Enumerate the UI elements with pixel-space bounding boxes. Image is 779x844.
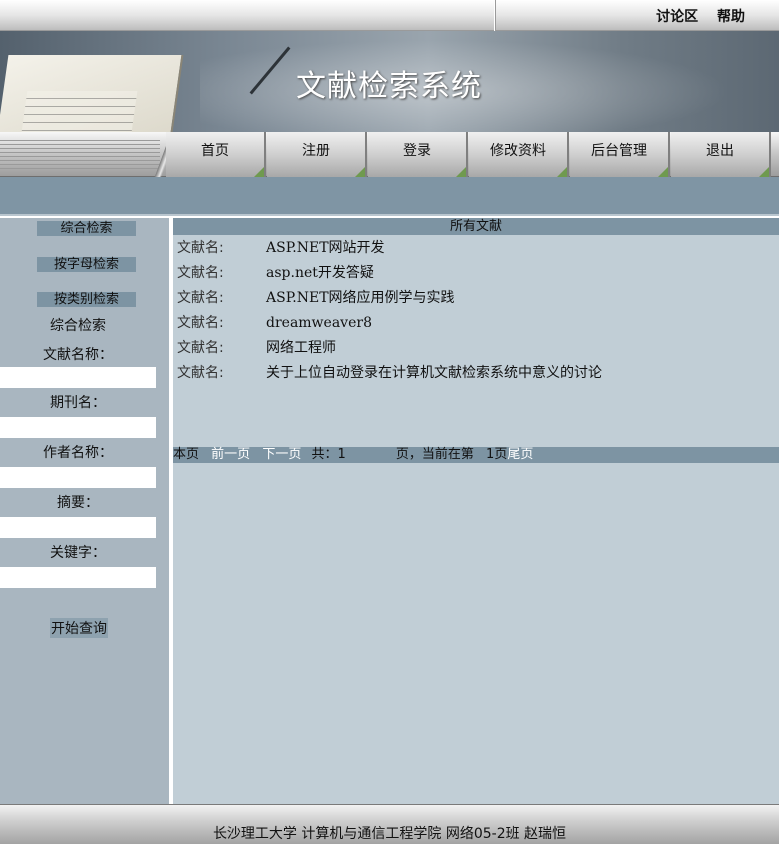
nav-corner — [557, 167, 567, 177]
start-search-button[interactable]: 开始查询 — [50, 618, 108, 638]
document-title-link[interactable]: 关于上位自动登录在计算机文献检索系统中意义的讨论 — [266, 362, 766, 384]
top-bar: 讨论区 帮助 — [0, 0, 779, 31]
journal-field-label: 期刊名： — [50, 395, 106, 411]
footer-credits: 长沙理工大学 计算机与通信工程学院 网络05-2班 赵瑞恒 — [212, 826, 567, 842]
document-title-link[interactable]: asp.net开发答疑 — [266, 262, 766, 284]
nav-edit-profile[interactable]: 修改资料 — [469, 132, 569, 177]
abstract-field[interactable] — [0, 517, 156, 538]
decor-band — [0, 177, 779, 216]
footer: 长沙理工大学 计算机与通信工程学院 网络05-2班 赵瑞恒 — [0, 804, 779, 844]
sidebar: 综合检索 按字母检索 按类别检索 综合检索 文献名称： 期刊名： 作者名称： 摘… — [0, 218, 171, 804]
row-label: 文献名: — [177, 290, 224, 306]
main-nav: 首页 注册 登录 修改资料 后台管理 退出 — [0, 132, 779, 177]
pager-total: 共：1 — [311, 447, 346, 462]
nav-edit-profile-label: 修改资料 — [490, 143, 546, 159]
nav-corner — [759, 167, 769, 177]
nav-register-label: 注册 — [302, 143, 330, 159]
pagination-bar: 本页 前一页 下一页 共：1 页，当前在第 1页尾页 — [173, 447, 779, 463]
nav-login[interactable]: 登录 — [368, 132, 468, 177]
sidebar-combined-search[interactable]: 综合检索 — [37, 221, 136, 236]
document-title-link[interactable]: dreamweaver8 — [266, 312, 766, 334]
next-page-link[interactable]: 下一页 — [262, 447, 301, 463]
sidebar-category-search[interactable]: 按类别检索 — [37, 292, 136, 307]
nav-logout[interactable]: 退出 — [671, 132, 771, 177]
forum-link[interactable]: 讨论区 — [656, 9, 698, 25]
nav-register[interactable]: 注册 — [267, 132, 367, 177]
row-label: 文献名: — [177, 340, 224, 356]
search-section-title: 综合检索 — [50, 318, 106, 334]
row-label: 文献名: — [177, 240, 224, 256]
nav-corner — [658, 167, 668, 177]
nav-admin[interactable]: 后台管理 — [570, 132, 670, 177]
clipboard-lines — [17, 91, 138, 132]
sidebar-alpha-search[interactable]: 按字母检索 — [37, 257, 136, 272]
nav-logout-label: 退出 — [706, 143, 734, 159]
clipboard-image — [0, 55, 184, 132]
pager-pages-text: 页，当前在第 — [395, 447, 474, 462]
nav-corner — [254, 167, 264, 177]
site-title: 文献检索系统 — [296, 69, 482, 104]
journal-field[interactable] — [0, 417, 156, 438]
row-label: 文献名: — [177, 365, 224, 381]
last-page-link[interactable]: 尾页 — [507, 447, 533, 463]
prev-page-link[interactable]: 前一页 — [211, 447, 250, 463]
pager-first: 本页 — [173, 447, 200, 462]
title-field-label: 文献名称： — [43, 347, 113, 363]
row-label: 文献名: — [177, 315, 224, 331]
keyword-field-label: 关键字： — [50, 545, 106, 561]
nav-admin-label: 后台管理 — [591, 143, 647, 159]
nav-corner — [456, 167, 466, 177]
abstract-field-label: 摘要： — [57, 495, 99, 511]
keyword-field[interactable] — [0, 567, 156, 588]
row-label: 文献名: — [177, 265, 224, 281]
header-banner: 文献检索系统 — [0, 31, 779, 132]
top-bar-divider — [494, 0, 496, 31]
results-panel: 所有文献 文献名: ASP.NET网站开发 文献名: asp.net开发答疑 文… — [173, 218, 779, 804]
document-title-link[interactable]: ASP.NET网络应用例学与实践 — [266, 287, 766, 309]
nav-home[interactable]: 首页 — [166, 132, 266, 177]
results-header: 所有文献 — [173, 218, 779, 235]
top-links: 讨论区 帮助 — [642, 6, 745, 26]
author-field-label: 作者名称： — [43, 445, 113, 461]
document-title-link[interactable]: ASP.NET网站开发 — [266, 237, 766, 259]
nav-home-label: 首页 — [201, 143, 229, 159]
author-field[interactable] — [0, 467, 156, 488]
help-link[interactable]: 帮助 — [717, 9, 745, 25]
nav-login-label: 登录 — [403, 143, 431, 159]
document-title-link[interactable]: 网络工程师 — [266, 337, 766, 359]
title-field[interactable] — [0, 367, 156, 388]
nav-corner — [355, 167, 365, 177]
nav-stripes — [0, 140, 160, 170]
pager-current: 1页 — [486, 447, 508, 462]
